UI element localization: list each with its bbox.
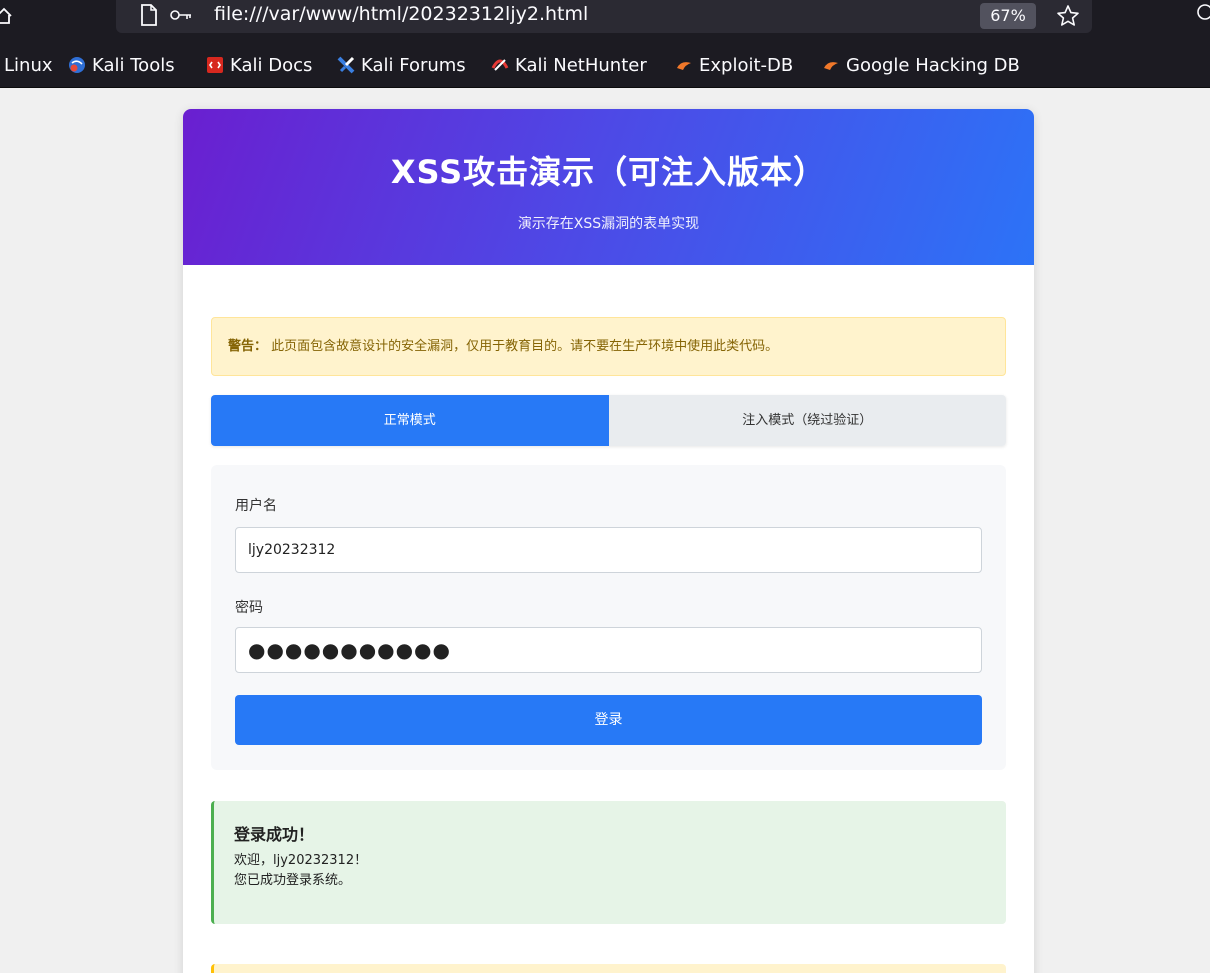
login-button[interactable]: 登录 <box>235 695 982 745</box>
welcome-text: 欢迎，ljy20232312！ <box>234 853 368 868</box>
success-title: 登录成功！ <box>234 825 315 844</box>
kali-forums-icon <box>337 56 355 74</box>
bookmark-label: Kali Tools <box>92 54 175 76</box>
login-form: 用户名 密码 登录 <box>211 465 1006 770</box>
bookmark-label: Google Hacking DB <box>846 54 1020 76</box>
exploit-db-icon <box>677 62 691 70</box>
bookmark-linux[interactable]: Linux <box>4 53 53 77</box>
kali-tools-icon <box>69 57 85 73</box>
next-notice-box <box>211 964 1006 973</box>
kali-docs-icon <box>207 57 223 73</box>
exploit-db-icon <box>824 62 838 70</box>
tab-normal-mode[interactable]: 正常模式 <box>211 395 609 446</box>
zoom-level-badge[interactable]: 67% <box>980 3 1036 29</box>
bookmarks-toolbar: Linux Kali Tools Kali Docs Kali Forums K… <box>0 44 1210 88</box>
browser-toolbar: file:///var/www/html/20232312ljy2.html 6… <box>0 0 1210 44</box>
warning-alert: 警告： 此页面包含故意设计的安全漏洞，仅用于教育目的。请不要在生产环境中使用此类… <box>211 317 1006 376</box>
bookmark-kali-forums[interactable]: Kali Forums <box>337 53 466 77</box>
bookmark-kali-nethunter[interactable]: Kali NetHunter <box>491 53 647 77</box>
bookmark-label: Kali NetHunter <box>515 54 647 76</box>
bookmark-label: Kali Docs <box>230 54 313 76</box>
bookmark-kali-docs[interactable]: Kali Docs <box>206 53 312 77</box>
page-title: XSS攻击演示（可注入版本） <box>390 153 827 191</box>
kali-nethunter-icon <box>491 59 509 71</box>
url-bar[interactable]: file:///var/www/html/20232312ljy2.html 6… <box>116 0 1092 33</box>
username-label: 用户名 <box>235 498 277 514</box>
tab-injection-mode[interactable]: 注入模式（绕过验证） <box>608 395 1006 446</box>
bookmark-label: Kali Forums <box>361 54 466 76</box>
bookmark-kali-tools[interactable]: Kali Tools <box>68 53 175 77</box>
password-input[interactable] <box>235 627 982 673</box>
demo-card: XSS攻击演示（可注入版本） 演示存在XSS漏洞的表单实现 警告： 此页面包含故… <box>183 109 1034 973</box>
home-icon[interactable] <box>0 6 14 26</box>
login-success-message: 登录成功！ 欢迎，ljy20232312！ 您已成功登录系统。 <box>211 801 1006 924</box>
card-header: XSS攻击演示（可注入版本） 演示存在XSS漏洞的表单实现 <box>183 109 1034 265</box>
permissions-key-icon[interactable] <box>170 8 192 22</box>
page-subtitle: 演示存在XSS漏洞的表单实现 <box>517 216 700 232</box>
warning-label: 警告： <box>228 339 268 354</box>
password-label: 密码 <box>235 600 263 616</box>
username-input[interactable] <box>235 527 982 573</box>
warning-text: 此页面包含故意设计的安全漏洞，仅用于教育目的。请不要在生产环境中使用此类代码。 <box>271 339 779 354</box>
bookmark-google-hacking-db[interactable]: Google Hacking DB <box>822 53 1020 77</box>
extension-icon[interactable] <box>1196 2 1210 22</box>
success-detail-text: 您已成功登录系统。 <box>234 873 352 888</box>
bookmark-exploit-db[interactable]: Exploit-DB <box>675 53 793 77</box>
bookmark-star-icon[interactable] <box>1056 4 1080 28</box>
bookmark-label: Exploit-DB <box>699 54 794 76</box>
url-text[interactable]: file:///var/www/html/20232312ljy2.html <box>214 3 588 25</box>
mode-tabs: 正常模式 注入模式（绕过验证） <box>211 395 1006 446</box>
page-icon <box>141 4 157 26</box>
bookmark-label: Linux <box>4 54 53 76</box>
page-viewport: XSS攻击演示（可注入版本） 演示存在XSS漏洞的表单实现 警告： 此页面包含故… <box>0 89 1210 973</box>
